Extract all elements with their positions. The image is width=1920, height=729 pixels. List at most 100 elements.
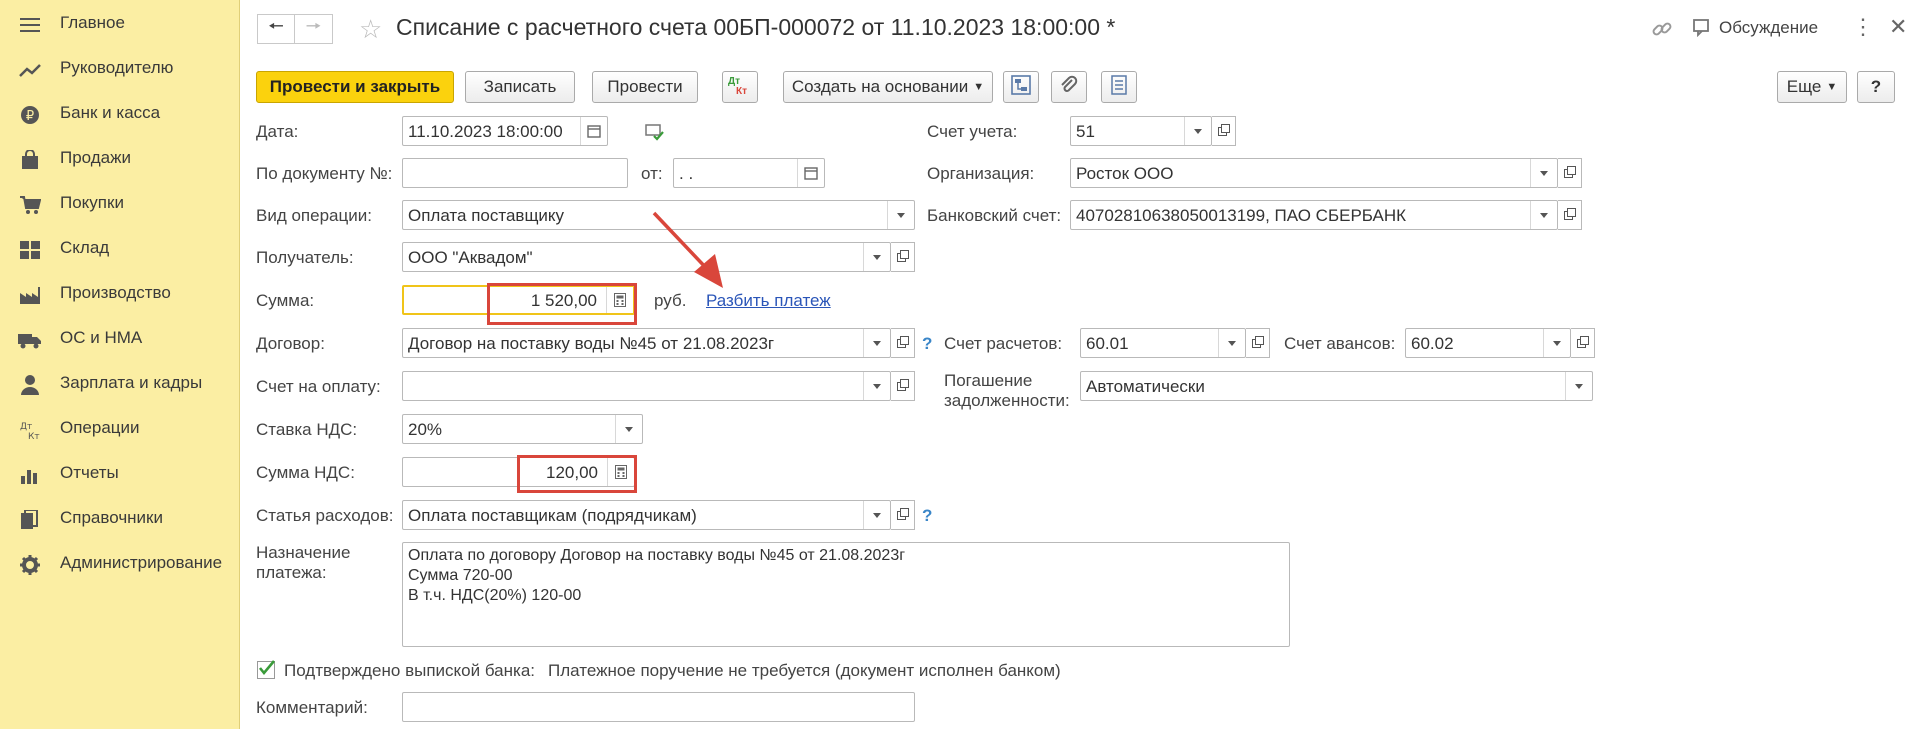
organization-select[interactable]: Росток ООО [1070, 158, 1558, 188]
calendar-icon[interactable] [797, 159, 824, 187]
books-icon [18, 509, 42, 531]
sidebar-item-bank[interactable]: ₽ Банк и касса [0, 95, 240, 135]
sidebar-item-purchases[interactable]: Покупки [0, 185, 240, 225]
arrow-right-icon: 🠖 [305, 16, 322, 36]
invoice-select[interactable] [402, 371, 891, 401]
sidebar-item-sales[interactable]: Продажи [0, 140, 240, 180]
sidebar-item-admin[interactable]: Администрирование [0, 545, 240, 585]
bank-account-label: Банковский счет: [927, 206, 1062, 225]
chevron-down-icon[interactable] [1543, 329, 1570, 357]
svg-text:Дт: Дт [20, 422, 32, 432]
open-account-button[interactable] [1212, 116, 1236, 146]
contract-label: Договор: [256, 334, 325, 353]
post-button[interactable]: Провести [592, 71, 698, 103]
open-contract-button[interactable] [891, 328, 915, 358]
confirmed-checkbox[interactable] [257, 660, 275, 679]
sidebar-item-main[interactable]: Главное [0, 5, 240, 45]
doc-number-field[interactable] [402, 158, 628, 188]
sidebar-item-warehouse[interactable]: Склад [0, 230, 240, 270]
chevron-down-icon[interactable] [863, 501, 890, 529]
purpose-textarea[interactable]: Оплата по договору Договор на поставку в… [402, 542, 1290, 647]
chevron-down-icon[interactable] [863, 329, 890, 357]
open-invoice-button[interactable] [891, 371, 915, 401]
dt-kt-button[interactable]: Дт Кт [722, 71, 758, 103]
vat-amount-label: Сумма НДС: [256, 463, 355, 482]
debt-repayment-select[interactable]: Автоматически [1080, 371, 1593, 401]
bank-account-select[interactable]: 40702810638050013199, ПАО СБЕРБАНК [1070, 200, 1558, 230]
open-advance-account-button[interactable] [1571, 328, 1595, 358]
sidebar-item-assets[interactable]: ОС и НМА [0, 320, 240, 360]
contract-help-icon[interactable]: ? [922, 334, 932, 354]
chevron-down-icon[interactable] [1530, 201, 1557, 229]
chevron-down-icon: ▼ [973, 81, 985, 93]
favorite-star-icon[interactable]: ☆ [359, 14, 382, 45]
attach-button[interactable] [1051, 71, 1087, 103]
link-icon[interactable] [1651, 18, 1673, 45]
invoice-label: Счет на оплату: [256, 377, 381, 396]
contract-select[interactable]: Договор на поставку воды №45 от 21.08.20… [402, 328, 891, 358]
post-and-close-button[interactable]: Провести и закрыть [256, 71, 454, 103]
chevron-down-icon[interactable] [1218, 329, 1245, 357]
confirm-date-icon[interactable] [645, 124, 665, 147]
chevron-down-icon[interactable] [1530, 159, 1557, 187]
expense-label: Статья расходов: [256, 506, 394, 525]
back-button[interactable]: 🠔 [257, 14, 295, 44]
document-form: 🠔 🠖 ☆ Списание с расчетного счета 00БП-0… [241, 0, 1920, 729]
discussion-button[interactable]: Обсуждение [1719, 18, 1818, 38]
confirmed-note: Платежное поручение не требуется (докуме… [548, 661, 1061, 680]
expense-select[interactable]: Оплата поставщикам (подрядчикам) [402, 500, 891, 530]
purpose-label-line2: платежа: [256, 563, 327, 582]
save-button[interactable]: Записать [465, 71, 575, 103]
more-vert-icon[interactable]: ⋮ [1852, 14, 1874, 40]
structure-button[interactable] [1003, 71, 1039, 103]
paperclip-icon [1059, 75, 1079, 100]
warehouse-icon [18, 239, 42, 261]
sidebar-item-reports[interactable]: Отчеты [0, 455, 240, 495]
open-organization-button[interactable] [1558, 158, 1582, 188]
open-icon [1251, 333, 1264, 353]
sidebar-item-production[interactable]: Производство [0, 275, 240, 315]
bar-chart-icon [18, 464, 42, 486]
chevron-down-icon[interactable] [863, 372, 890, 400]
recipient-select[interactable]: ООО "Аквадом" [402, 242, 891, 272]
open-icon [896, 505, 909, 525]
open-icon [1576, 333, 1589, 353]
chevron-down-icon[interactable] [1184, 117, 1211, 145]
open-icon [1217, 121, 1230, 141]
doc-date-field[interactable]: . . [673, 158, 825, 188]
discussion-icon[interactable] [1693, 19, 1713, 42]
account-select[interactable]: 51 [1070, 116, 1212, 146]
more-button[interactable]: Еще ▼ [1777, 71, 1847, 103]
help-button[interactable]: ? [1857, 71, 1895, 103]
chevron-down-icon[interactable] [615, 415, 642, 443]
chevron-down-icon: ▼ [1826, 81, 1838, 93]
open-expense-button[interactable] [891, 500, 915, 530]
settlement-account-label: Счет расчетов: [944, 334, 1063, 353]
forward-button[interactable]: 🠖 [295, 14, 333, 44]
sidebar: Главное Руководителю ₽ Банк и касса Прод… [0, 0, 240, 729]
sidebar-item-references[interactable]: Справочники [0, 500, 240, 540]
date-field[interactable]: 11.10.2023 18:00:00 [402, 116, 608, 146]
calendar-icon[interactable] [580, 117, 607, 145]
open-bank-account-button[interactable] [1558, 200, 1582, 230]
chevron-down-icon[interactable] [863, 243, 890, 271]
doc-number-label: По документу №: [256, 164, 393, 183]
close-icon[interactable]: ✕ [1889, 14, 1907, 40]
open-settlement-account-button[interactable] [1246, 328, 1270, 358]
vat-rate-select[interactable]: 20% [402, 414, 643, 444]
open-recipient-button[interactable] [891, 242, 915, 272]
sidebar-item-operations[interactable]: Дт Кт Операции [0, 410, 240, 450]
sidebar-item-salary[interactable]: Зарплата и кадры [0, 365, 240, 405]
sidebar-item-label: ОС и НМА [60, 328, 143, 347]
advance-account-select[interactable]: 60.02 [1405, 328, 1571, 358]
print-list-button[interactable] [1101, 71, 1137, 103]
comment-field[interactable] [402, 692, 915, 722]
chevron-down-icon[interactable] [887, 201, 914, 229]
settlement-account-select[interactable]: 60.01 [1080, 328, 1246, 358]
shopping-bag-icon [18, 149, 42, 171]
create-based-on-button[interactable]: Создать на основании ▼ [783, 71, 993, 103]
expense-help-icon[interactable]: ? [922, 506, 932, 526]
chevron-down-icon[interactable] [1565, 372, 1592, 400]
debt-repayment-label-line2: задолженности: [944, 391, 1070, 410]
sidebar-item-director[interactable]: Руководителю [0, 50, 240, 90]
